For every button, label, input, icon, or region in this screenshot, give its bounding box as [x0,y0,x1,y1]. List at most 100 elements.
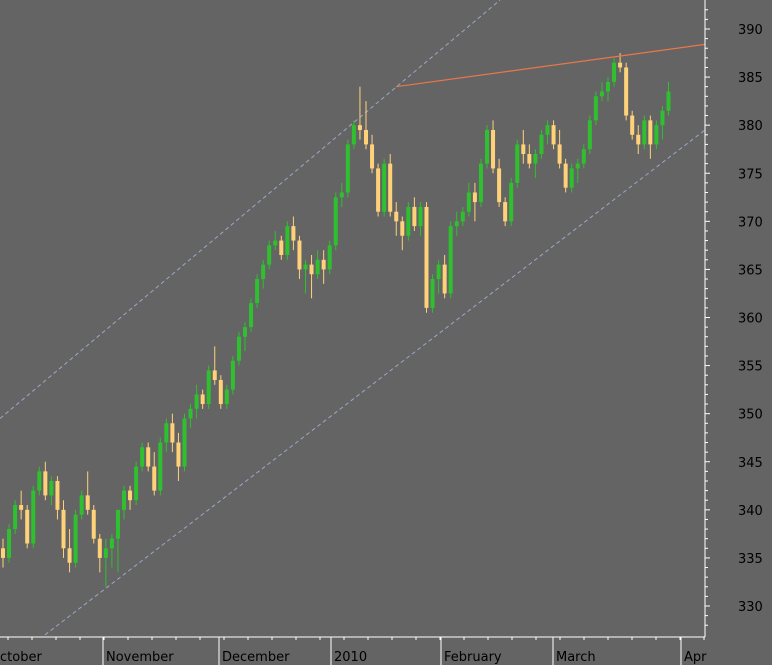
candle [593,91,598,126]
candle-body [563,163,568,188]
candle-body [388,163,393,212]
candle-body [533,154,538,164]
candle [563,158,568,193]
candle-body [243,327,247,337]
candle-body [599,91,604,97]
x-tick-label: ctober [0,650,42,665]
candle-body [382,163,387,212]
candle-body [636,134,641,145]
y-tick-label: 355 [738,360,763,375]
candle [236,331,241,366]
candle-body [593,96,598,121]
candle-body [345,144,350,193]
candle-body [412,206,417,227]
candle-body [67,548,72,563]
y-tick-label: 360 [738,312,763,327]
y-tick-label: 350 [738,408,763,423]
candle [218,375,223,409]
candle-body [497,168,502,203]
candle-body [176,442,181,467]
candle [424,202,429,313]
candle [285,221,290,260]
candle-body [152,466,157,491]
candle-body [612,62,617,82]
candle-body [218,380,223,405]
x-tick-label: February [444,650,502,665]
candle-body [212,370,217,381]
candle-body [122,490,126,510]
price-chart[interactable]: 330335340345350355360365370375380385390 … [0,0,772,665]
y-tick-label: 385 [738,71,763,86]
candle-body [249,303,254,328]
candle-body [291,226,296,241]
candle [91,505,96,544]
candle-body [351,125,356,145]
candle-body [333,197,338,246]
candle [7,524,12,563]
candle [31,485,36,549]
candle-body [503,202,508,222]
candle-body [309,264,314,275]
candle [587,115,592,155]
chart-window: 330 335 340 345 350 355 360 365 370 375 380 385 390 … [0,0,772,665]
candle-body [551,125,556,145]
candle-body [146,447,151,467]
candle-body [115,509,120,539]
x-tick-label: December [222,650,290,665]
x-tick-label: 2010 [334,650,367,665]
candle [624,62,629,121]
candle-body [13,505,18,530]
candle-body [418,206,423,227]
candle-body [521,144,526,155]
candle-body [394,211,399,222]
candle-body [303,264,308,270]
y-tick-label: 330 [738,600,763,615]
x-tick-label: November [106,650,174,665]
candle-body [255,279,260,304]
candle-body [406,206,411,236]
y-tick-label: 370 [738,215,763,230]
candle-body [25,509,30,544]
candle-body [128,490,133,501]
y-tick-label: 340 [738,504,763,519]
candle-body [569,168,574,188]
candle-body [200,394,205,405]
candle-body [224,389,229,405]
candle-body [279,240,284,255]
candle-body [581,149,586,164]
candle-body [79,495,84,515]
candle-body [164,423,169,443]
candle [448,221,453,299]
candle-body [261,264,266,280]
candle-body [364,129,368,145]
candle-body [624,67,629,116]
candle-body [91,509,96,539]
candle [333,192,338,251]
candle-body [557,144,562,164]
y-tick-label: 375 [738,167,763,182]
candle-body [109,538,114,549]
candle-body [194,394,199,409]
candle-body [327,245,332,270]
candle [230,355,235,395]
candle-body [376,168,381,212]
candle-body [339,192,344,198]
candle-body [297,240,302,270]
candle [509,178,514,227]
candle-body [545,125,550,135]
candle [182,413,187,472]
candle-body [321,259,326,270]
candle-body [400,221,405,236]
candle-body [49,480,54,496]
candle-body [158,442,163,491]
candle-body [436,264,441,280]
candle [134,461,139,506]
candle-body [424,206,429,308]
x-tick-label: March [556,650,596,665]
candle-body [61,509,66,549]
candle-body [103,548,108,558]
candle-body [666,91,671,111]
candle-body [660,110,665,126]
y-tick-label: 380 [738,119,763,134]
candle-body [43,471,48,496]
